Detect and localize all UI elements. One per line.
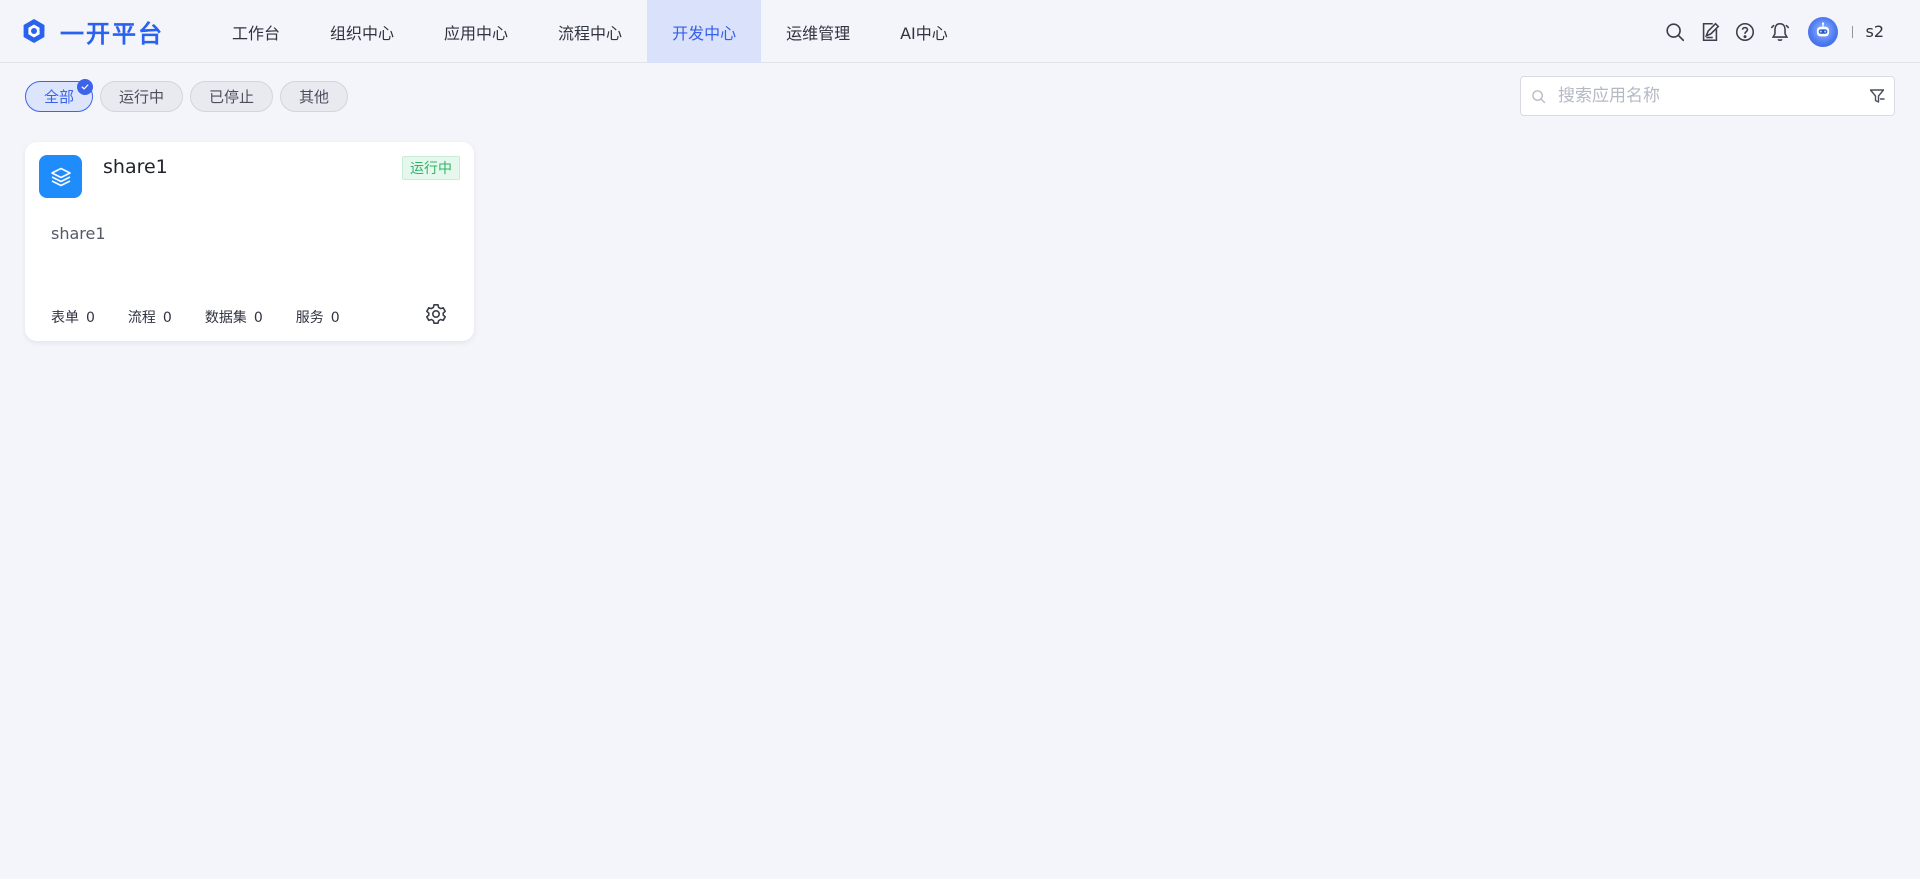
nav-item-workbench[interactable]: 工作台 bbox=[207, 0, 305, 63]
stat-label: 表单 bbox=[51, 310, 79, 326]
avatar[interactable] bbox=[1808, 16, 1839, 47]
nav-item-ops-management[interactable]: 运维管理 bbox=[761, 0, 875, 63]
stat-label: 服务 bbox=[295, 310, 324, 326]
status-filter-group: 全部 运行中 已停止 其他 bbox=[25, 79, 355, 112]
stat-services: 服务 0 bbox=[296, 307, 340, 327]
app-card[interactable]: share1 运行中 share1 表单 0 流程 0 数据集 0 服务 0 bbox=[25, 142, 474, 341]
nav-item-dev-center[interactable]: 开发中心 bbox=[647, 0, 762, 63]
filter-chip-stopped[interactable]: 已停止 bbox=[190, 81, 274, 112]
stat-forms: 表单 0 bbox=[51, 307, 95, 327]
nav-item-org-center[interactable]: 组织中心 bbox=[305, 0, 419, 63]
gear-icon[interactable] bbox=[424, 302, 448, 326]
nav-item-ai-center[interactable]: AI中心 bbox=[875, 0, 973, 63]
filter-chip-running[interactable]: 运行中 bbox=[100, 81, 184, 112]
filter-chip-label: 已停止 bbox=[209, 88, 255, 106]
check-icon bbox=[77, 79, 94, 95]
username[interactable]: s2 bbox=[1865, 22, 1884, 41]
app-title: share1 bbox=[103, 156, 168, 178]
stat-processes: 流程 0 bbox=[128, 307, 172, 327]
filter-chip-other[interactable]: 其他 bbox=[280, 81, 349, 112]
edit-icon[interactable] bbox=[1698, 20, 1722, 44]
filter-icon[interactable] bbox=[1868, 87, 1886, 105]
app-stats: 表单 0 流程 0 数据集 0 服务 0 bbox=[51, 307, 373, 327]
robot-avatar-icon bbox=[1817, 21, 1830, 36]
stat-label: 数据集 bbox=[204, 310, 247, 326]
header-divider bbox=[1852, 25, 1854, 38]
search-icon[interactable] bbox=[1663, 20, 1687, 44]
brand[interactable]: 一开平台 bbox=[20, 15, 164, 48]
stat-value: 0 bbox=[330, 310, 340, 326]
filter-chip-label: 全部 bbox=[44, 88, 75, 106]
stat-value: 0 bbox=[253, 310, 263, 326]
filter-chip-all[interactable]: 全部 bbox=[25, 79, 94, 112]
search-input[interactable] bbox=[1558, 77, 1848, 115]
main-nav: 工作台 组织中心 应用中心 流程中心 开发中心 运维管理 AI中心 bbox=[207, 0, 973, 63]
bell-icon[interactable] bbox=[1768, 20, 1792, 44]
brand-name: 一开平台 bbox=[60, 19, 164, 48]
nav-item-process-center[interactable]: 流程中心 bbox=[533, 0, 647, 63]
help-icon[interactable] bbox=[1733, 20, 1757, 44]
search-icon bbox=[1532, 90, 1546, 104]
layers-icon bbox=[39, 155, 82, 198]
filter-chip-label: 运行中 bbox=[119, 88, 165, 106]
header-actions: s2 bbox=[1652, 0, 1884, 63]
nav-item-app-center[interactable]: 应用中心 bbox=[419, 0, 533, 63]
stat-value: 0 bbox=[86, 310, 95, 326]
app-search-box bbox=[1520, 76, 1895, 116]
status-badge: 运行中 bbox=[402, 156, 460, 180]
app-description: share1 bbox=[51, 224, 106, 243]
filter-chip-label: 其他 bbox=[299, 88, 330, 106]
stat-label: 流程 bbox=[127, 310, 156, 326]
brand-logo-icon bbox=[23, 19, 45, 43]
top-header: 一开平台 工作台 组织中心 应用中心 流程中心 开发中心 运维管理 AI中心 s… bbox=[0, 0, 1920, 63]
stat-datasets: 数据集 0 bbox=[205, 307, 263, 327]
stat-value: 0 bbox=[162, 310, 172, 326]
